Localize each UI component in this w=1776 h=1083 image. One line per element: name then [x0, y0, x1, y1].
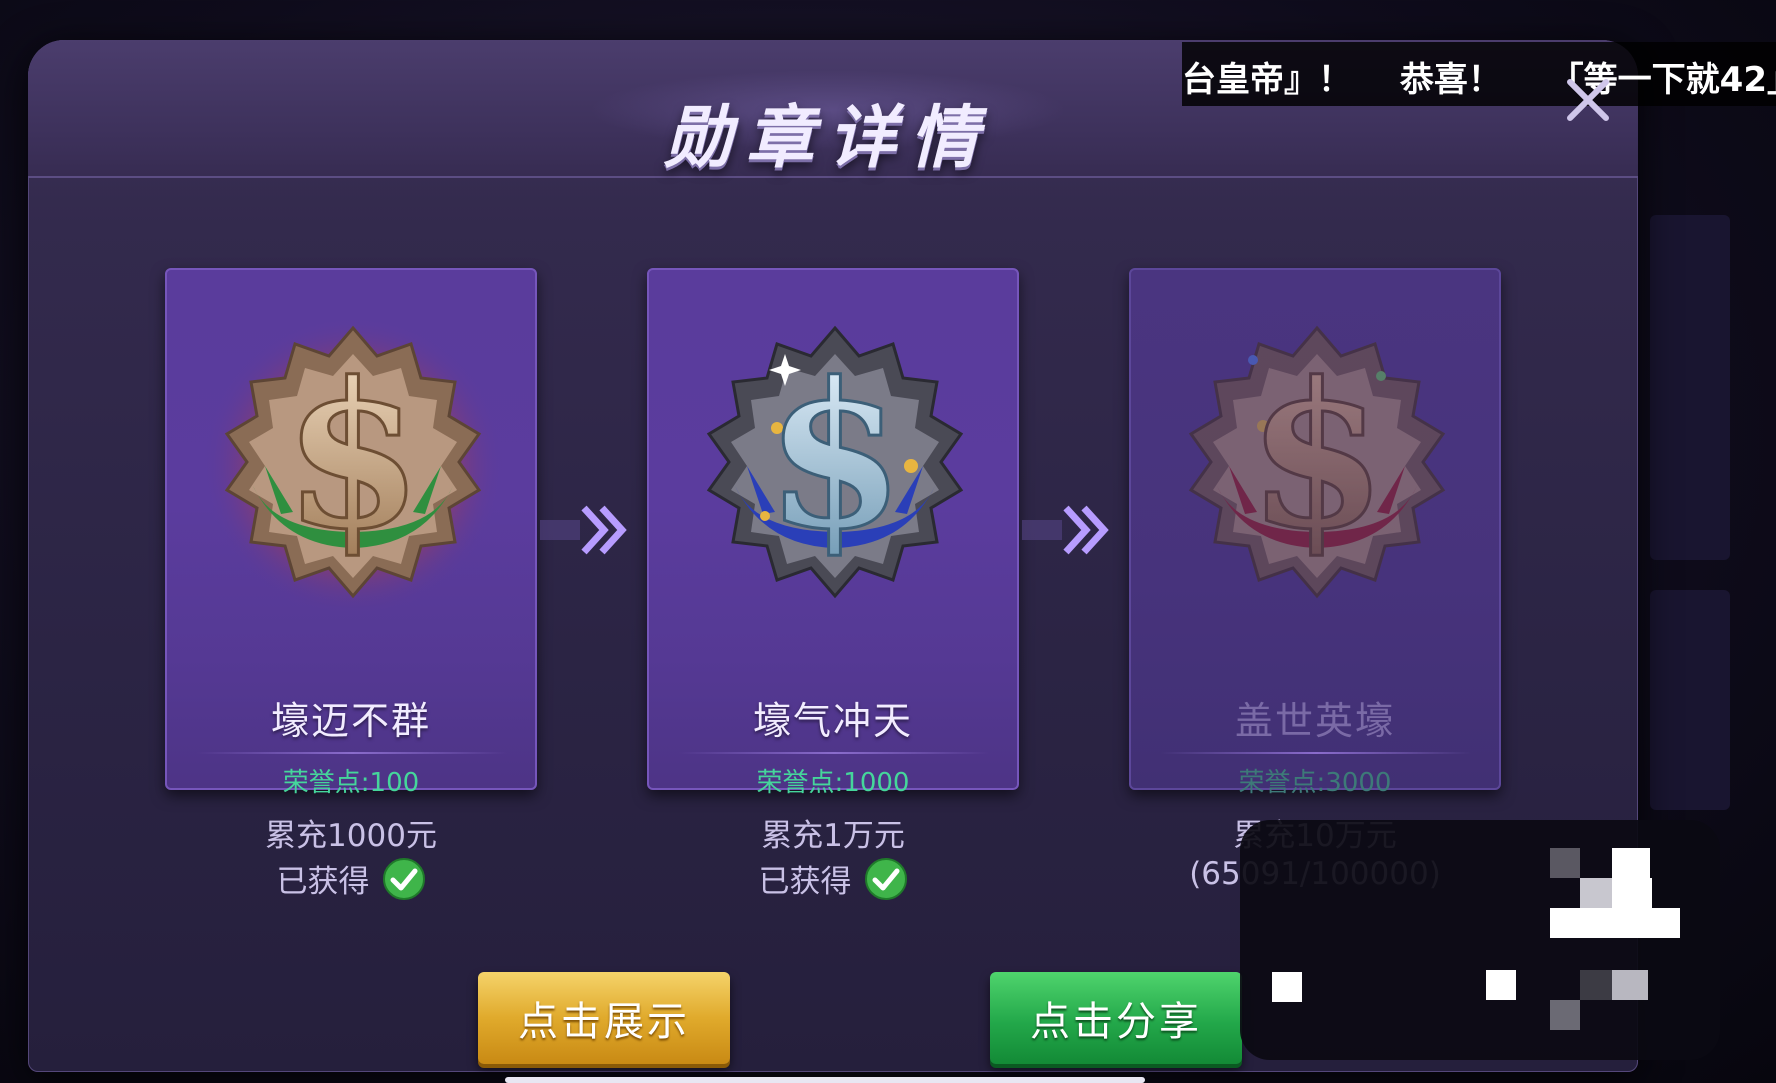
home-indicator: [505, 1077, 1145, 1083]
svg-text:$: $: [1247, 339, 1386, 574]
status-text: 已获得: [276, 864, 370, 900]
status-text: 已获得: [758, 864, 852, 900]
svg-text:$: $: [765, 339, 904, 574]
card-divider: [1161, 752, 1471, 754]
dialog-title: 勋章详情: [663, 99, 992, 178]
background-panel-right: [1650, 215, 1730, 560]
obtained-status: 已获得: [647, 856, 1019, 902]
close-icon[interactable]: [1562, 74, 1614, 126]
check-icon: [864, 857, 907, 900]
dollar-medal-icon: $: [706, 325, 964, 599]
announcement-ticker: 台皇帝』！ 恭喜！ 「等一下就42」: [1182, 42, 1776, 106]
share-medal-button[interactable]: 点击分享: [990, 972, 1242, 1064]
svg-text:$: $: [283, 339, 422, 574]
honor-points: 荣誉点:3000: [1238, 768, 1392, 798]
dollar-medal-icon: $: [203, 316, 503, 616]
card-divider: [197, 752, 507, 754]
obtained-status: 已获得: [165, 856, 537, 902]
card-divider: [679, 752, 989, 754]
medal-name: 壕迈不群: [270, 699, 431, 743]
medal-card-2[interactable]: $ 壕气冲天 荣誉点:1000: [647, 268, 1019, 798]
medal-name: 盖世英壕: [1234, 699, 1395, 743]
check-icon: [382, 857, 425, 900]
medal-card-3[interactable]: $ 盖世英壕 荣誉点:3000: [1129, 268, 1501, 798]
double-chevron-right-icon: [540, 505, 627, 555]
censor-mosaic: [1240, 820, 1720, 1060]
medal-card-1[interactable]: $ 壕迈不群 荣誉点:100: [165, 268, 537, 798]
ticker-text: 台皇帝』！ 恭喜！ 「等一下就42」: [1182, 60, 1776, 100]
background-panel-right-lower: [1650, 590, 1730, 810]
medal-name: 壕气冲天: [752, 699, 913, 743]
honor-points: 荣誉点:1000: [756, 768, 910, 798]
show-medal-button[interactable]: 点击展示: [478, 972, 730, 1064]
recharge-requirement: 累充1万元: [761, 818, 905, 854]
dollar-medal-icon: $: [1188, 325, 1446, 599]
honor-points: 荣誉点:100: [282, 768, 420, 798]
double-chevron-right-icon: [1022, 505, 1109, 555]
recharge-requirement: 累充1000元: [265, 818, 437, 854]
